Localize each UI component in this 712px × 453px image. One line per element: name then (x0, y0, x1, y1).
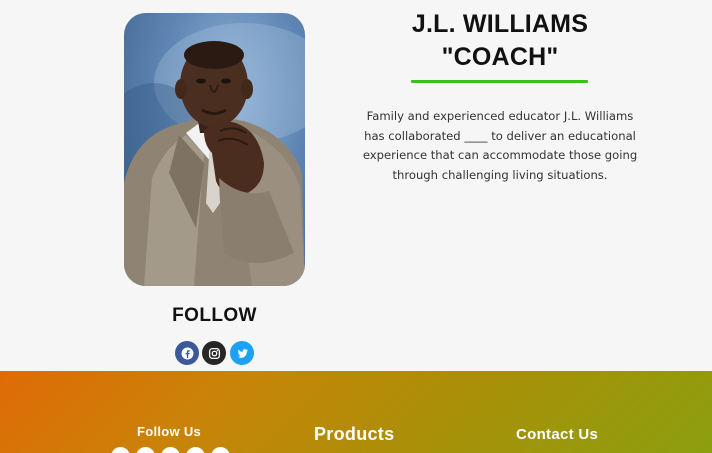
facebook-icon (181, 347, 193, 359)
bio-text: Family and experienced educator J.L. Wil… (362, 109, 638, 182)
footer-contact-us-heading: Contact Us (516, 426, 599, 443)
site-footer: Follow Us Products Contact Us (0, 371, 712, 453)
instagram-link[interactable] (202, 341, 226, 365)
footer-products-heading: Products (314, 424, 395, 444)
name-line-2: "COACH" (441, 43, 559, 71)
footer-follow-us-heading: Follow Us (137, 424, 202, 439)
name-underline (411, 80, 588, 83)
twitter-link[interactable] (230, 341, 254, 365)
footer-social-icon[interactable] (161, 447, 180, 453)
follow-heading: FOLLOW (172, 305, 257, 326)
facebook-link[interactable] (175, 341, 199, 365)
coach-name: J.L. WILLIAMS "COACH" (385, 8, 615, 74)
name-line-1: J.L. WILLIAMS (411, 10, 589, 38)
twitter-icon (237, 348, 248, 358)
bio-section: J.L. WILLIAMS "COACH" Family and experie… (0, 0, 712, 371)
instagram-icon (208, 347, 220, 359)
coach-portrait (124, 13, 305, 286)
footer-social-icon[interactable] (136, 447, 155, 453)
footer-social-icon[interactable] (111, 447, 130, 453)
footer-social-icon[interactable] (211, 447, 230, 453)
footer-social-icon[interactable] (186, 447, 205, 453)
